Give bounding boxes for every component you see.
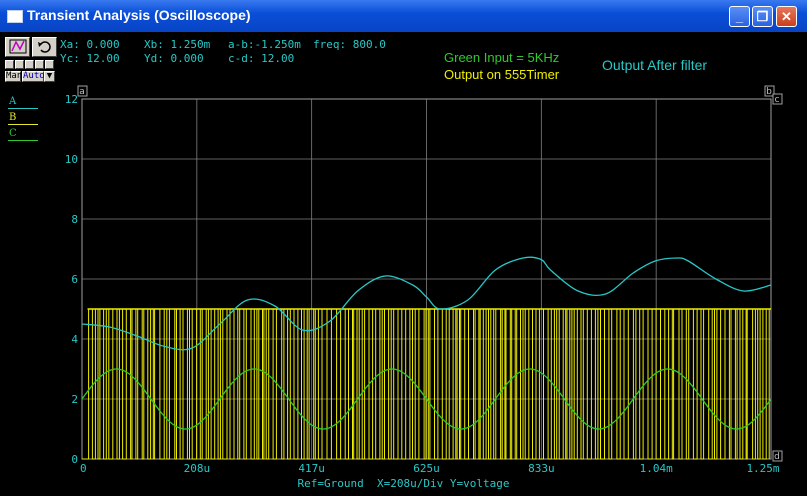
series-b-pulse-trace [82,308,770,460]
x-tick-label: 417u [298,462,325,475]
x-tick-label: 625u [413,462,440,475]
cursor-label-c: c [775,95,780,105]
x-tick-label: 1.25m [746,462,779,475]
cursor-label-d: d [774,452,780,462]
y-tick-label: 8 [71,213,78,226]
y-tick-label: 2 [71,393,78,406]
plot-footer: Ref=Ground X=208u/Div Y=voltage [297,477,510,490]
x-tick-label: 0 [80,462,87,475]
cursor-label-b: b [766,87,772,97]
x-tick-label: 208u [184,462,211,475]
x-tick-label: 1.04m [640,462,673,475]
oscilloscope-window: Transient Analysis (Oscilloscope) _ ❐ ✕ … [0,0,807,496]
y-tick-label: 0 [71,453,78,466]
x-tick-label: 833u [528,462,555,475]
y-tick-label: 10 [65,153,78,166]
y-tick-label: 6 [71,273,78,286]
y-tick-label: 4 [71,333,78,346]
cursor-label-a: a [79,87,85,97]
oscilloscope-plot[interactable]: 0 208u 417u 625u 833u 1.04m 1.25m 0 2 4 6 8 10 12a bc d [0,0,807,496]
y-tick-label: 12 [65,93,78,106]
